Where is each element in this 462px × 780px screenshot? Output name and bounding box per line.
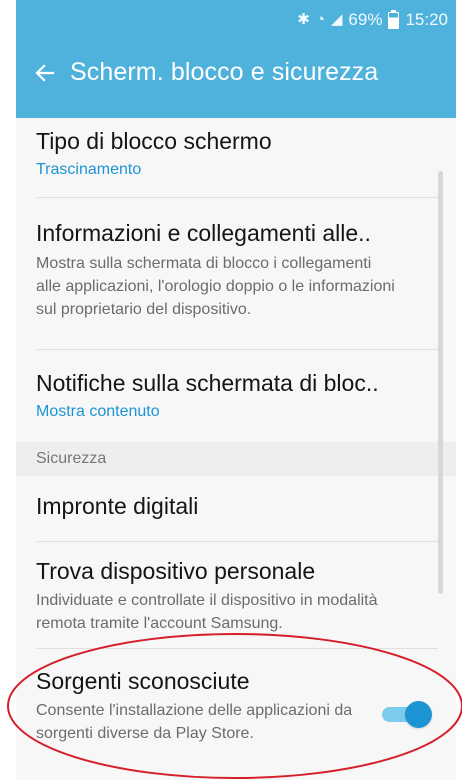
- setting-info-shortcuts[interactable]: Informazioni e collegamenti alle.. Mostr…: [16, 219, 456, 321]
- page-title: Scherm. blocco e sicurezza: [70, 58, 379, 86]
- setting-description: Individuate e controllate il dispositivo…: [36, 592, 378, 632]
- setting-description: Consente l'installazione delle applicazi…: [36, 702, 353, 742]
- setting-divider: [36, 349, 438, 350]
- signal-icon: ◢: [330, 11, 343, 28]
- setting-title: Informazioni e collegamenti alle..: [36, 220, 371, 246]
- setting-divider: [36, 648, 438, 649]
- screenshot-frame: ✱ ◔ ◢ 69% 15:20 Scherm. blocco e sicurez…: [0, 0, 462, 780]
- setting-divider: [36, 541, 438, 542]
- status-time: 15:20: [405, 10, 448, 29]
- setting-title: Trova dispositivo personale: [36, 558, 316, 584]
- setting-divider: [36, 197, 438, 198]
- settings-screen: ✱ ◔ ◢ 69% 15:20 Scherm. blocco e sicurez…: [16, 0, 456, 780]
- wifi-icon: ◔: [315, 11, 325, 28]
- setting-value: Trascinamento: [36, 161, 142, 178]
- settings-list: Tipo di blocco schermo Trascinamento Inf…: [16, 118, 456, 780]
- bluetooth-icon: ✱: [297, 11, 310, 28]
- back-arrow-glyph: [35, 63, 55, 82]
- setting-title: Sorgenti sconosciute: [36, 668, 250, 694]
- toggle-knob: [405, 701, 432, 728]
- setting-fingerprints[interactable]: Impronte digitali: [16, 492, 456, 520]
- battery-icon: [388, 9, 400, 29]
- section-header-security: Sicurezza: [16, 442, 456, 476]
- setting-value: Mostra contenuto: [36, 403, 160, 420]
- vertical-scrollbar[interactable]: [438, 171, 443, 594]
- battery-percentage: 69%: [348, 10, 383, 29]
- setting-title: Notifiche sulla schermata di bloc..: [36, 370, 379, 396]
- back-arrow-icon[interactable]: [24, 52, 66, 94]
- setting-find-device[interactable]: Trova dispositivo personale Individuate …: [16, 557, 456, 635]
- setting-lock-notifications[interactable]: Notifiche sulla schermata di bloc.. Most…: [16, 369, 456, 423]
- top-bar: ✱ ◔ ◢ 69% 15:20 Scherm. blocco e sicurez…: [16, 0, 456, 118]
- setting-lock-screen-type[interactable]: Tipo di blocco schermo Trascinamento: [16, 127, 456, 181]
- status-bar: ✱ ◔ ◢ 69% 15:20: [297, 9, 448, 31]
- setting-title: Impronte digitali: [36, 493, 199, 519]
- setting-title: Tipo di blocco schermo: [36, 128, 272, 154]
- setting-description: Mostra sulla schermata di blocco i colle…: [36, 255, 395, 318]
- app-bar: Scherm. blocco e sicurezza: [16, 50, 456, 95]
- unknown-sources-toggle[interactable]: [382, 700, 436, 730]
